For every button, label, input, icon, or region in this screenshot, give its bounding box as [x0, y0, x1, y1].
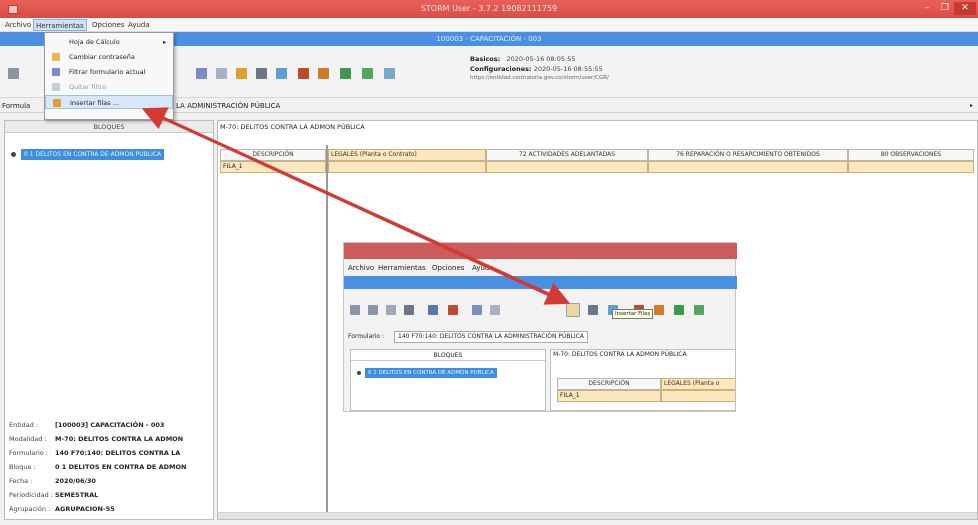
arrow-to-inset-icon [149, 110, 571, 305]
annotation-arrows [141, 107, 571, 305]
